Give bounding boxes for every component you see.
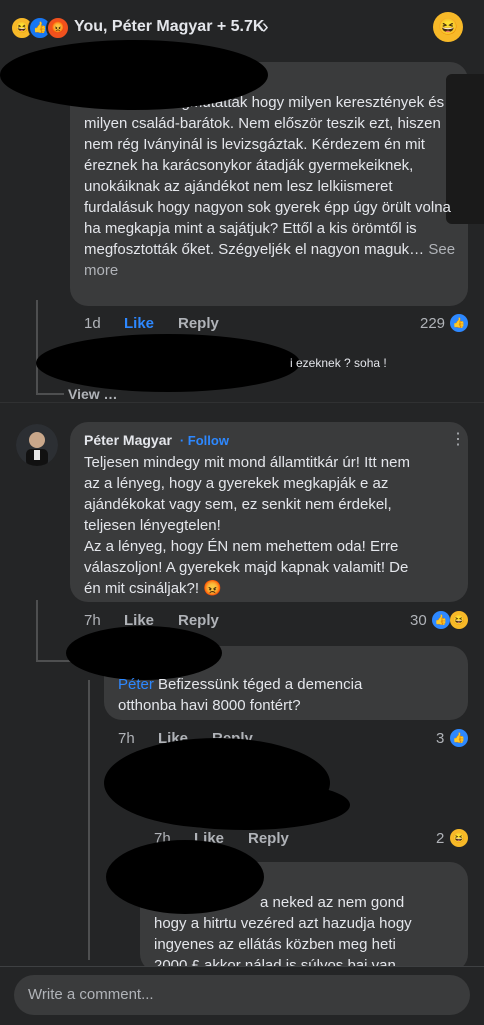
view-replies-link[interactable]: View … xyxy=(68,386,118,402)
author-name[interactable]: Péter Magyar xyxy=(84,432,172,448)
like-icon: 👍 xyxy=(450,314,468,332)
avatar[interactable] xyxy=(16,424,58,466)
reply-line: Befizessünk téged a demencia xyxy=(158,676,363,693)
reaction-count[interactable]: 2 xyxy=(436,830,444,847)
comment-input-placeholder: Write a comment... xyxy=(28,986,154,1003)
more-options-icon[interactable]: ⋮ xyxy=(450,429,466,449)
reply-line: a neked az nem gond xyxy=(260,894,405,911)
follow-button[interactable]: · Follow xyxy=(180,433,229,448)
chevron-right-icon[interactable]: › xyxy=(262,16,269,39)
comment-line: teljesen lényegtelen! xyxy=(84,517,221,534)
haha-icon: 😆 xyxy=(450,611,468,629)
mention-link[interactable]: Péter xyxy=(118,676,154,693)
thread-connector xyxy=(36,660,72,662)
reply-line: hogy a hitrtu vezéred azt hazudja hogy xyxy=(154,915,412,932)
reaction-count[interactable]: 229 xyxy=(420,315,445,332)
reply-line: ingyenes az ellátás közben meg heti xyxy=(154,936,396,953)
divider xyxy=(0,402,484,403)
reply-button[interactable]: Reply xyxy=(248,830,289,847)
thread-line xyxy=(36,600,38,662)
reply-time[interactable]: 7h xyxy=(118,730,135,747)
redacted-reply xyxy=(140,780,350,830)
reply-text: a neked az nem gond hogy a hitrtu vezére… xyxy=(154,892,464,976)
thread-connector xyxy=(36,393,64,395)
comment-line: Az a lényeg, hogy ÉN nem mehettem oda! E… xyxy=(84,538,399,555)
comment-text: Ohok most megmutatták hogy milyen keresz… xyxy=(84,92,456,281)
reply-button[interactable]: Reply xyxy=(178,612,219,629)
comment-author: Péter Magyar · Follow xyxy=(84,432,229,448)
reaction-count[interactable]: 30 xyxy=(410,612,427,629)
comment-time[interactable]: 1d xyxy=(84,315,101,332)
like-icon: 👍 xyxy=(432,611,450,629)
comment-input[interactable]: Write a comment... xyxy=(14,975,470,1015)
comment-line: ajándékokat vagy sem, ez senkit nem érde… xyxy=(84,496,392,513)
comment-text: Teljesen mindegy mit mond államtitkár úr… xyxy=(84,452,464,599)
haha-icon: 😆 xyxy=(450,829,468,847)
redacted-name xyxy=(0,40,268,110)
comment-body: Ohok most megmutatták hogy milyen keresz… xyxy=(84,94,451,258)
comment-line: az a lényeg, hogy a gyerekek megkapják e… xyxy=(84,475,389,492)
like-icon: 👍 xyxy=(450,729,468,747)
angry-icon: 😡 xyxy=(46,16,70,40)
reply-text: Péter Befizessünk téged a demencia ottho… xyxy=(118,674,458,716)
reactors-title[interactable]: You, Péter Magyar + 5.7K xyxy=(74,18,264,36)
redacted-reply xyxy=(36,334,300,392)
reaction-summary[interactable]: 😆 👍 😡 xyxy=(10,16,70,40)
reply-button[interactable]: Reply xyxy=(178,315,219,332)
reply-preview[interactable]: i ezeknek ? soha ! xyxy=(290,356,387,370)
thread-line xyxy=(36,300,38,395)
haha-reaction-icon[interactable]: 😆 xyxy=(433,12,463,42)
reply-line: otthonba havi 8000 fontért? xyxy=(118,697,301,714)
comment-line: Teljesen mindegy mit mond államtitkár úr… xyxy=(84,454,410,471)
redacted-reply-author xyxy=(66,626,222,680)
comment-time[interactable]: 7h xyxy=(84,612,101,629)
reaction-count[interactable]: 3 xyxy=(436,730,444,747)
comment-line: én mit csináljak?! 😡 xyxy=(84,580,222,597)
thread-line xyxy=(88,680,90,960)
like-button[interactable]: Like xyxy=(124,315,154,332)
comment-line: válaszoljon! A gyerekek majd kapnak vala… xyxy=(84,559,409,576)
